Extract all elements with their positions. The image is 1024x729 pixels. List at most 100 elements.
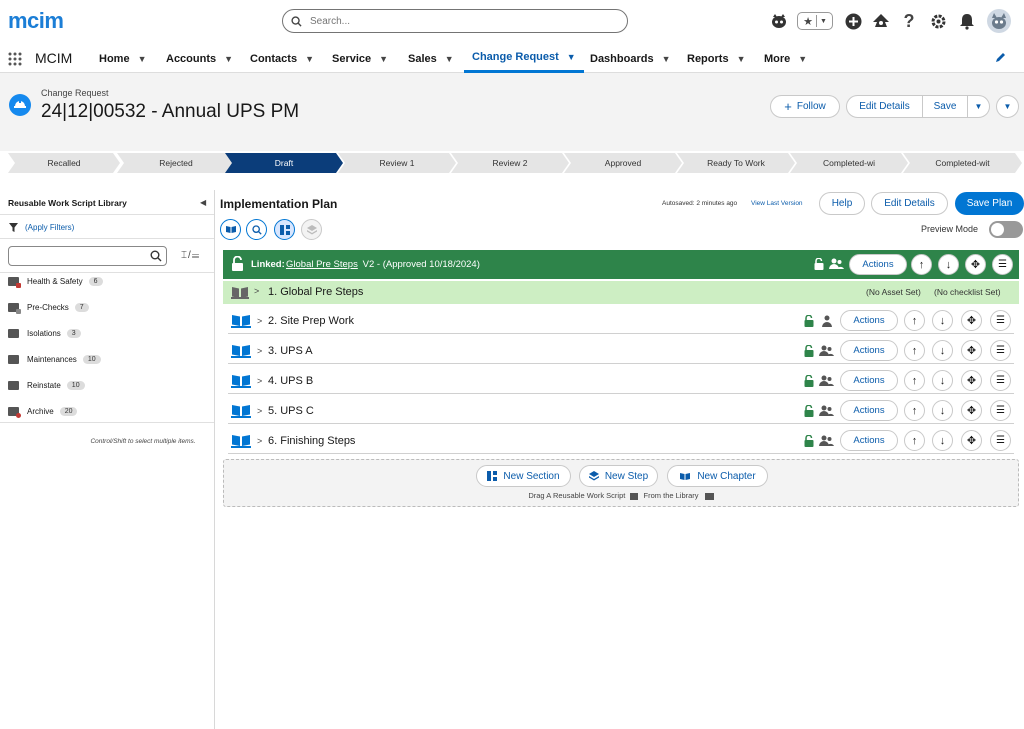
edit-details-button[interactable]: Edit Details — [847, 96, 923, 117]
expand-chevron-icon[interactable]: > — [257, 436, 262, 446]
move-icon[interactable]: ✥ — [965, 254, 986, 275]
move-down-icon[interactable]: ↓ — [932, 430, 953, 451]
expand-collapse-icon[interactable]: ☰ — [990, 310, 1011, 331]
linked-plan-link[interactable]: Global Pre Steps — [286, 259, 358, 270]
book-view-button[interactable] — [220, 219, 241, 240]
global-search[interactable] — [282, 9, 628, 33]
filter-funnel-icon[interactable] — [9, 223, 18, 232]
favorites-menu-icon[interactable]: ▼ — [820, 18, 827, 25]
add-items-dropzone[interactable]: New Section New Step New Chapter Drag A … — [223, 459, 1019, 507]
section-actions-button[interactable]: Actions — [840, 430, 898, 451]
favorites-star-icon[interactable]: ★ — [803, 15, 813, 28]
new-section-button[interactable]: New Section — [476, 465, 571, 487]
help-icon[interactable]: ? — [899, 11, 919, 31]
users-icon[interactable] — [819, 345, 834, 357]
library-folder[interactable]: Health & Safety 6 — [8, 274, 103, 288]
move-up-icon[interactable]: ↑ — [904, 400, 925, 421]
chevron-down-icon[interactable]: ▼ — [968, 96, 989, 117]
header-menu-chevron-icon[interactable]: ▼ — [996, 95, 1019, 118]
move-down-icon[interactable]: ↓ — [932, 370, 953, 391]
expand-collapse-icon[interactable]: ☰ — [992, 254, 1013, 275]
plan-section-row[interactable]: >4. UPS B Actions ↑ ↓ ✥ ☰ — [228, 368, 1014, 394]
move-up-icon[interactable]: ↑ — [904, 340, 925, 361]
expand-collapse-icon[interactable]: ☰ — [990, 400, 1011, 421]
expand-chevron-icon[interactable]: > — [257, 316, 262, 326]
unlock-icon[interactable] — [231, 256, 244, 271]
follow-button[interactable]: + Follow — [770, 95, 840, 118]
view-last-version-link[interactable]: View Last Version — [751, 200, 803, 207]
unlock-icon[interactable] — [804, 375, 814, 387]
nav-item-contacts[interactable]: Contacts ▼ — [250, 44, 314, 73]
expand-chevron-icon[interactable]: > — [254, 286, 259, 296]
move-icon[interactable]: ✥ — [961, 370, 982, 391]
new-step-button[interactable]: New Step — [579, 465, 658, 487]
plan-section-row[interactable]: >6. Finishing Steps Actions ↑ ↓ ✥ ☰ — [228, 428, 1014, 454]
section-actions-button[interactable]: Actions — [840, 400, 898, 421]
library-search-field[interactable] — [13, 249, 148, 265]
chevron-down-icon[interactable]: ▼ — [567, 52, 576, 62]
unlock-icon[interactable] — [804, 405, 814, 417]
path-stage-approved[interactable]: Approved — [564, 153, 682, 173]
expand-collapse-all-icon[interactable]: ⌶/☰ — [181, 250, 200, 261]
nav-item-sales[interactable]: Sales ▼ — [408, 44, 454, 73]
chevron-down-icon[interactable]: ▼ — [305, 54, 314, 64]
move-down-icon[interactable]: ↓ — [932, 400, 953, 421]
linked-actions-button[interactable]: Actions — [849, 254, 907, 275]
layout-view-button[interactable] — [274, 219, 295, 240]
trailhead-icon[interactable] — [871, 11, 891, 31]
edit-nav-pencil-icon[interactable] — [995, 52, 1006, 63]
path-stage-rejected[interactable]: Rejected — [117, 153, 235, 173]
chevron-down-icon[interactable]: ▼ — [737, 54, 746, 64]
move-icon[interactable]: ✥ — [961, 310, 982, 331]
move-icon[interactable]: ✥ — [961, 400, 982, 421]
expand-chevron-icon[interactable]: > — [257, 346, 262, 356]
expand-collapse-icon[interactable]: ☰ — [990, 430, 1011, 451]
move-up-icon[interactable]: ↑ — [904, 310, 925, 331]
search-input[interactable] — [310, 15, 610, 27]
move-up-icon[interactable]: ↑ — [911, 254, 932, 275]
section-actions-button[interactable]: Actions — [840, 340, 898, 361]
users-icon[interactable] — [819, 405, 834, 417]
apply-filters-link[interactable]: (Apply Filters) — [25, 223, 74, 232]
user-avatar-icon[interactable] — [987, 9, 1011, 33]
library-folder[interactable]: Reinstate 10 — [8, 378, 85, 392]
expand-collapse-icon[interactable]: ☰ — [990, 370, 1011, 391]
users-icon[interactable] — [819, 435, 834, 447]
nav-item-more[interactable]: More ▼ — [764, 44, 807, 73]
section-actions-button[interactable]: Actions — [840, 370, 898, 391]
nav-item-dashboards[interactable]: Dashboards ▼ — [590, 44, 671, 73]
library-folder[interactable]: Pre-Checks 7 — [8, 300, 89, 314]
move-up-icon[interactable]: ↑ — [904, 370, 925, 391]
nav-item-accounts[interactable]: Accounts ▼ — [166, 44, 233, 73]
notifications-bell-icon[interactable] — [957, 11, 977, 31]
save-button[interactable]: Save — [923, 96, 968, 117]
global-pre-steps-row[interactable]: > 1. Global Pre Steps (No Asset Set) (No… — [223, 281, 1019, 304]
new-chapter-button[interactable]: New Chapter — [667, 465, 768, 487]
users-icon[interactable] — [829, 258, 844, 270]
library-folder[interactable]: Maintenances 10 — [8, 352, 101, 366]
search-icon[interactable] — [150, 250, 162, 262]
nav-item-change-request[interactable]: Change Request ▼ — [464, 44, 584, 73]
nav-item-service[interactable]: Service ▼ — [332, 44, 388, 73]
library-search-input[interactable] — [8, 246, 167, 266]
nav-item-reports[interactable]: Reports ▼ — [687, 44, 745, 73]
move-icon[interactable]: ✥ — [961, 430, 982, 451]
chevron-down-icon[interactable]: ▼ — [662, 54, 671, 64]
move-icon[interactable]: ✥ — [961, 340, 982, 361]
unlock-icon[interactable] — [804, 345, 814, 357]
move-up-icon[interactable]: ↑ — [904, 430, 925, 451]
user-icon[interactable] — [821, 315, 833, 327]
unlock-icon[interactable] — [814, 258, 824, 270]
plan-section-row[interactable]: >2. Site Prep Work Actions ↑ ↓ ✥ ☰ — [228, 308, 1014, 334]
app-launcher-icon[interactable] — [8, 52, 22, 66]
plan-section-row[interactable]: >5. UPS C Actions ↑ ↓ ✥ ☰ — [228, 398, 1014, 424]
settings-gear-icon[interactable] — [928, 11, 948, 31]
unlock-icon[interactable] — [804, 315, 814, 327]
plus-icon[interactable] — [843, 11, 863, 31]
chevron-down-icon[interactable]: ▼ — [798, 54, 807, 64]
preview-mode-toggle[interactable] — [989, 221, 1023, 238]
library-folder[interactable]: Isolations 3 — [8, 326, 81, 340]
users-icon[interactable] — [819, 375, 834, 387]
chevron-down-icon[interactable]: ▼ — [379, 54, 388, 64]
mcim-logo[interactable]: mcim — [8, 8, 64, 34]
